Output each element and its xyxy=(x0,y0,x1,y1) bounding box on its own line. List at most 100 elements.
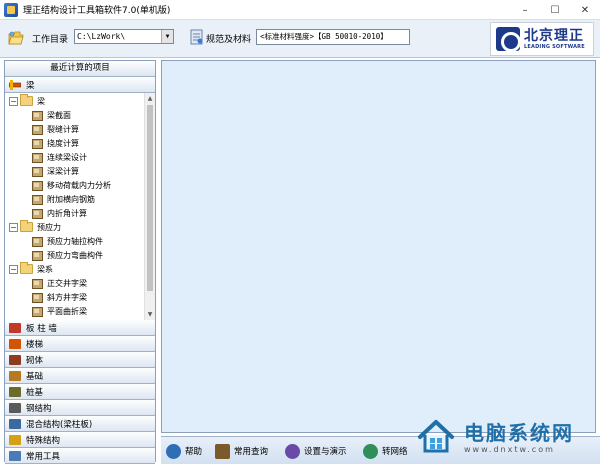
category-label: 混合结构(梁柱板) xyxy=(26,419,93,430)
logo-name: 北京理正 xyxy=(524,28,584,44)
tree-item[interactable]: 预应力轴拉构件 xyxy=(5,234,155,248)
help-icon xyxy=(166,443,181,459)
module-sidebar: 最近计算的项目 梁 − 梁梁截面裂缝计算挠度计算连续梁设计深梁计算 移动荷载内力分析… xyxy=(4,60,156,464)
category-icon xyxy=(9,370,21,381)
help-button[interactable]: 帮助 xyxy=(166,443,202,459)
category-icon xyxy=(9,402,21,413)
app-icon xyxy=(4,2,18,17)
category-header[interactable]: 常用工具 xyxy=(5,448,155,464)
common-query-label: 常用查询 xyxy=(234,447,269,457)
standard-label: 规范及材料 xyxy=(206,35,252,45)
tree-label: 梁截面 xyxy=(47,110,71,120)
tree-label: 斜方井字梁 xyxy=(47,292,87,302)
tree-item[interactable]: 正交井字梁 xyxy=(5,276,155,290)
tree-item[interactable]: 裂缝计算 xyxy=(5,122,155,136)
module-icon xyxy=(31,278,43,289)
tree-label: 正交井字梁 xyxy=(47,278,87,288)
common-query-button[interactable]: 常用查询 xyxy=(215,443,268,459)
tree-folder[interactable]: − 预应力 xyxy=(5,220,155,234)
collapse-icon[interactable]: − xyxy=(9,96,18,106)
network-lock-button[interactable]: 转网络 xyxy=(363,443,408,459)
tree-item[interactable]: 附加横向钢筋 xyxy=(5,192,155,206)
module-icon xyxy=(31,292,43,303)
network-icon xyxy=(363,443,378,459)
category-header[interactable]: 楼梯 xyxy=(5,336,155,352)
tree-label: 预应力弯曲构件 xyxy=(47,250,103,260)
module-tree: − 梁梁截面裂缝计算挠度计算连续梁设计深梁计算 移动荷载内力分析附加横向钢筋 内折角计… xyxy=(5,93,155,320)
logo-tagline: LEADING SOFTWARE xyxy=(524,44,585,50)
folder-icon xyxy=(20,262,33,274)
category-icon xyxy=(9,434,21,445)
tree-item[interactable]: 预应力弯曲构件 xyxy=(5,248,155,262)
site-watermark: 电脑系统网 www.dnxtw.com xyxy=(412,410,600,464)
tree-folder[interactable]: − 梁 xyxy=(5,94,155,108)
close-button[interactable]: ✕ xyxy=(570,0,600,20)
recent-projects-header[interactable]: 最近计算的项目 xyxy=(5,61,155,77)
tree-label: 空间曲折梁 xyxy=(47,320,87,321)
category-header[interactable]: 砌体 xyxy=(5,352,155,368)
category-icon xyxy=(9,386,21,397)
category-header[interactable]: 基础 xyxy=(5,368,155,384)
settings-demo-label: 设置与演示 xyxy=(304,447,347,457)
category-icon xyxy=(9,338,21,349)
category-label: 钢结构 xyxy=(26,403,52,414)
category-header[interactable]: 混合结构(梁柱板) xyxy=(5,416,155,432)
module-icon xyxy=(31,250,43,261)
folder-icon xyxy=(20,94,33,106)
collapse-icon[interactable]: − xyxy=(9,264,18,274)
category-header[interactable]: 特殊结构 xyxy=(5,432,155,448)
tree-label: 预应力轴拉构件 xyxy=(47,236,103,246)
tree-item[interactable]: 内折角计算 xyxy=(5,206,155,220)
minimize-button[interactable]: – xyxy=(510,0,540,20)
tree-item[interactable]: 空间曲折梁 xyxy=(5,318,155,320)
standard-book-icon[interactable] xyxy=(190,29,204,45)
watermark-url: www.dnxtw.com xyxy=(464,444,555,454)
tree-item[interactable]: 梁截面 xyxy=(5,108,155,122)
scroll-up-icon[interactable]: ▲ xyxy=(145,93,155,104)
module-icon xyxy=(31,236,43,247)
workdir-select[interactable]: C:\LzWork\ ▼ xyxy=(74,29,174,44)
scroll-down-icon[interactable]: ▼ xyxy=(145,309,155,320)
category-label: 常用工具 xyxy=(26,451,61,462)
tree-item[interactable]: 斜方井字梁 xyxy=(5,290,155,304)
category-header[interactable]: 桩基 xyxy=(5,384,155,400)
tree-label: 连续梁设计 xyxy=(47,152,87,162)
standard-field[interactable]: <标准材料强度>【GB 50010-2010】 xyxy=(256,29,410,45)
category-beam-header[interactable]: 梁 xyxy=(5,77,155,93)
category-label: 特殊结构 xyxy=(26,435,61,446)
category-label: 基础 xyxy=(26,371,44,382)
module-icon xyxy=(31,110,43,121)
tree-label: 挠度计算 xyxy=(47,138,79,148)
module-icon xyxy=(31,208,43,219)
folder-open-icon[interactable] xyxy=(8,31,24,45)
tree-item[interactable]: 挠度计算 xyxy=(5,136,155,150)
category-icon xyxy=(9,450,21,461)
maximize-button[interactable]: ☐ xyxy=(540,0,570,20)
settings-demo-button[interactable]: 设置与演示 xyxy=(285,443,347,459)
watermark-name: 电脑系统网 xyxy=(464,420,574,445)
tree-item[interactable]: 连续梁设计 xyxy=(5,150,155,164)
category-icon xyxy=(9,354,21,365)
category-label: 砌体 xyxy=(26,355,44,366)
tree-item[interactable]: 移动荷载内力分析 xyxy=(5,178,155,192)
tree-scrollbar[interactable]: ▲ ▼ xyxy=(144,93,155,320)
module-icon xyxy=(31,194,43,205)
category-header[interactable]: 板 柱 墙 xyxy=(5,320,155,336)
category-icon xyxy=(9,322,21,333)
scroll-thumb[interactable] xyxy=(147,105,153,291)
house-logo-icon xyxy=(418,420,454,453)
module-icon xyxy=(31,138,43,149)
module-icon xyxy=(31,152,43,163)
module-icon xyxy=(31,166,43,177)
chevron-down-icon[interactable]: ▼ xyxy=(161,30,173,43)
network-lock-label: 转网络 xyxy=(382,447,408,457)
tree-item[interactable]: 深梁计算 xyxy=(5,164,155,178)
tree-label: 附加横向钢筋 xyxy=(47,194,95,204)
tree-folder[interactable]: − 梁系 xyxy=(5,262,155,276)
tree-label: 内折角计算 xyxy=(47,208,87,218)
main-content-area[interactable] xyxy=(161,60,596,433)
settings-icon xyxy=(285,443,300,459)
tree-item[interactable]: 平面曲折梁 xyxy=(5,304,155,318)
category-header[interactable]: 钢结构 xyxy=(5,400,155,416)
collapse-icon[interactable]: − xyxy=(9,222,18,232)
